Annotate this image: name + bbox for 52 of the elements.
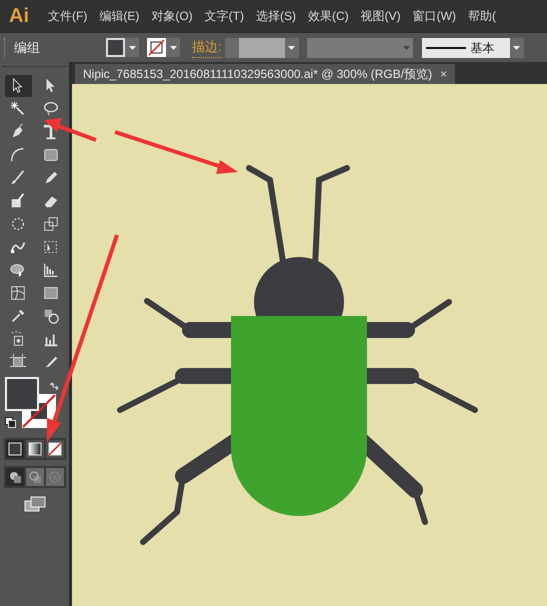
menu-item[interactable]: 对象(O): [151, 7, 193, 25]
mesh-icon: [9, 284, 27, 302]
fill-swatch-dropdown[interactable]: [106, 38, 139, 58]
draw-mode-button[interactable]: [26, 468, 44, 486]
app-logo: Ai: [8, 4, 30, 29]
caret-icon: [288, 46, 296, 50]
solid-color-icon: [6, 441, 22, 457]
rectangle-icon: [42, 146, 60, 164]
paintbrush-icon: [9, 169, 27, 187]
stroke-weight-field[interactable]: [224, 38, 299, 58]
graph-icon: [42, 261, 60, 279]
screen-mode-icon[interactable]: [24, 496, 46, 512]
gradient-swatch-icon: [26, 441, 42, 457]
selection-type-label: 编组: [14, 38, 41, 57]
scale-icon: [42, 215, 60, 233]
lasso-icon: [42, 100, 60, 118]
blob-brush-icon: [9, 192, 27, 210]
menu-item[interactable]: 选择(S): [256, 7, 296, 25]
blend-icon: [42, 307, 60, 325]
no-color-icon: [46, 441, 62, 457]
gradient-icon: [42, 284, 60, 302]
menu-item[interactable]: 视图(V): [360, 7, 401, 25]
stroke-swatch-dropdown[interactable]: [147, 38, 180, 58]
caret-icon: [513, 46, 520, 50]
menu-item[interactable]: 帮助(: [468, 7, 496, 25]
free-transform-icon: [42, 238, 60, 256]
caret-icon: [402, 46, 410, 50]
color-mode-button[interactable]: [26, 440, 44, 458]
rotate-icon: [9, 215, 27, 233]
menu-item[interactable]: 文件(F): [48, 7, 88, 25]
color-mode-button[interactable]: [46, 440, 64, 458]
draw-mode-button[interactable]: [6, 468, 24, 486]
caret-icon: [128, 46, 136, 50]
stroke-label: 描边:: [192, 37, 222, 58]
caret-icon: [170, 46, 176, 50]
default-colors-icon[interactable]: [4, 417, 16, 428]
menu-item[interactable]: 编辑(E): [99, 7, 140, 25]
eyedropper-icon: [9, 307, 27, 325]
menu-item[interactable]: 效果(C): [308, 7, 349, 25]
tool-button[interactable]: [4, 75, 32, 97]
close-tab-button[interactable]: ×: [440, 65, 448, 83]
shape-builder-icon: [9, 261, 27, 279]
menu-item[interactable]: 窗口(W): [412, 7, 456, 25]
menu-item[interactable]: 文字(T): [204, 7, 244, 25]
draw-mode-button[interactable]: [46, 468, 64, 486]
color-mode-button[interactable]: [6, 440, 24, 458]
draw-behind-icon: [26, 469, 42, 485]
fill-color-swatch[interactable]: [4, 377, 38, 411]
document-tab[interactable]: Nipic_7685153_20160811110329563000.ai* @ 300% (RGB/预览) ×: [75, 64, 456, 84]
draw-inside-icon: [46, 469, 62, 485]
magic-wand-icon: [9, 100, 27, 118]
annotation-arrow: [44, 118, 97, 142]
